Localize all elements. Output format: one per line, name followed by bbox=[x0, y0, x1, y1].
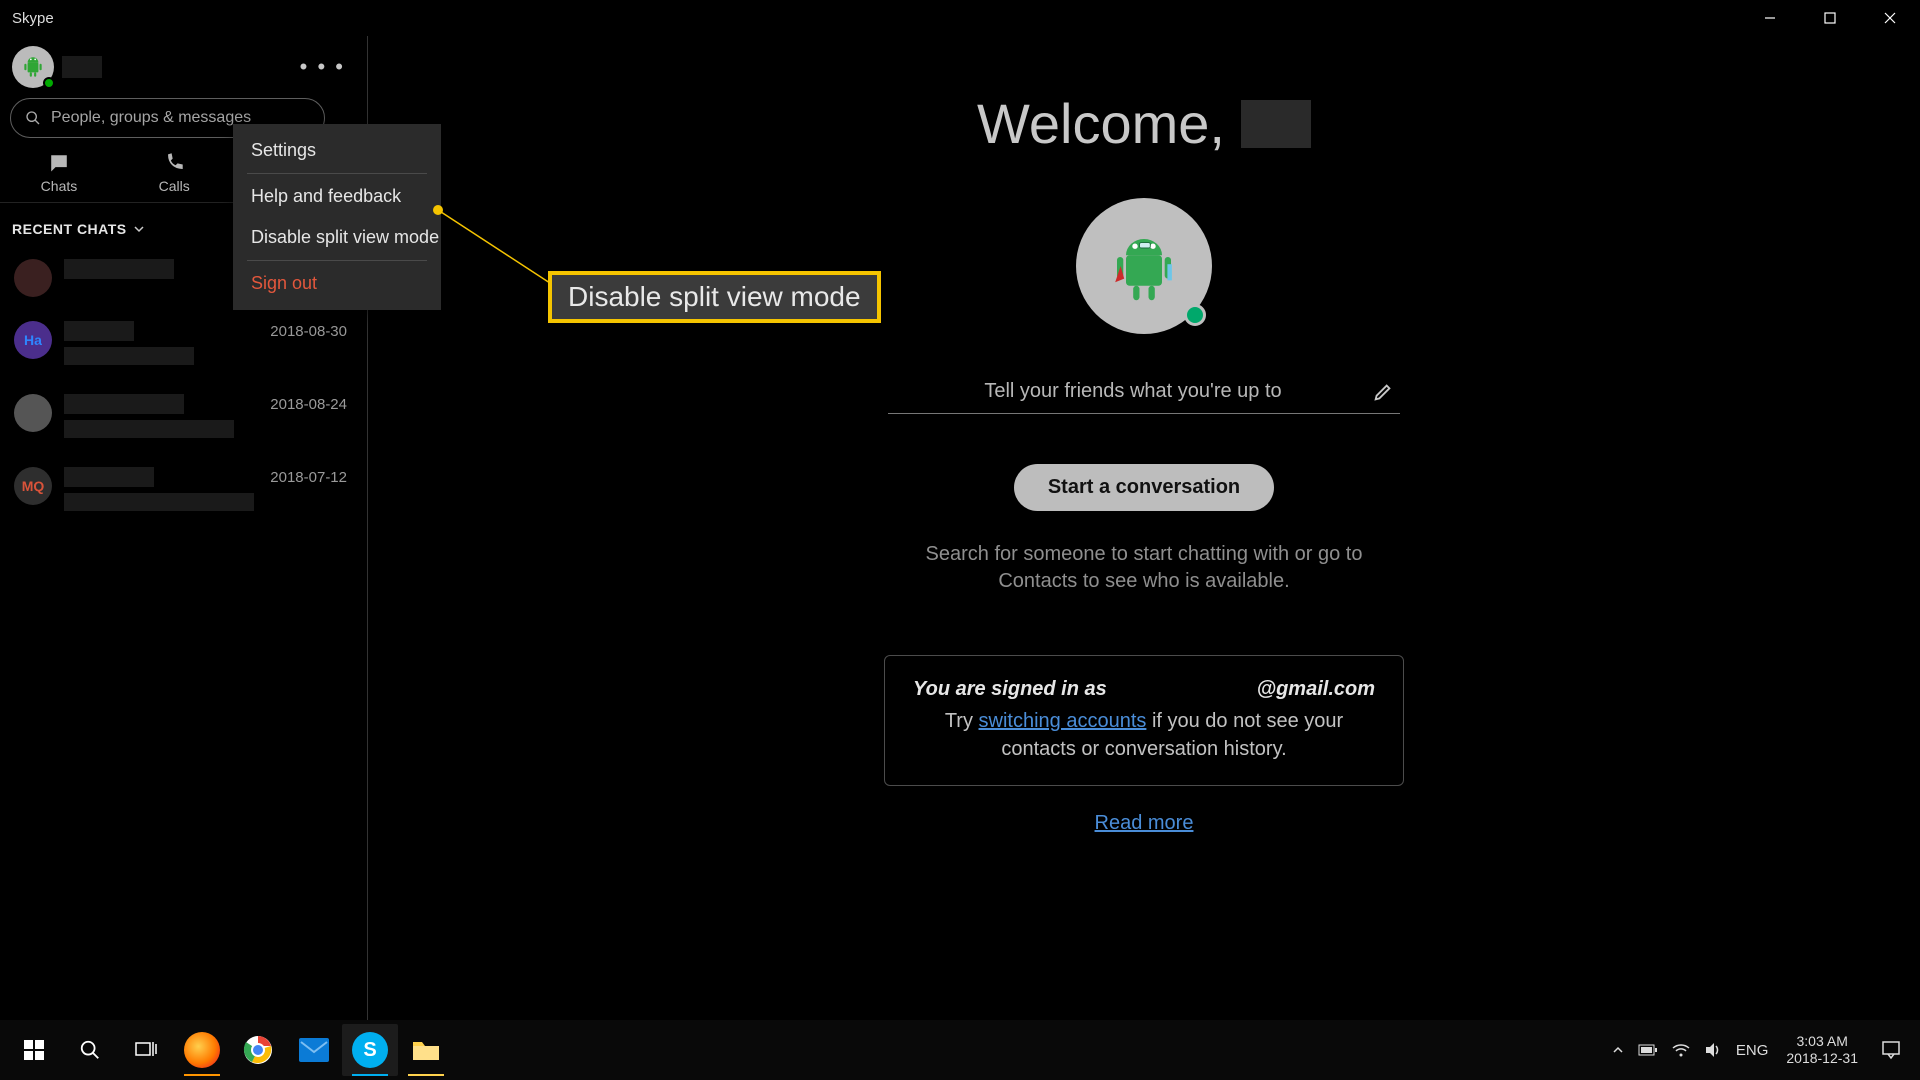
taskbar-chrome[interactable] bbox=[230, 1024, 286, 1076]
more-menu: Settings Help and feedback Disable split… bbox=[233, 124, 441, 310]
minimize-button[interactable] bbox=[1740, 0, 1800, 36]
system-tray: ENG bbox=[1604, 1042, 1777, 1059]
signed-in-box: You are signed in as @gmail.com Try swit… bbox=[884, 655, 1404, 786]
tray-language[interactable]: ENG bbox=[1736, 1042, 1769, 1059]
presence-indicator-large bbox=[1184, 304, 1206, 326]
taskbar: S ENG 3:03 AM 2018-12-31 bbox=[0, 1020, 1920, 1080]
taskbar-taskview[interactable] bbox=[118, 1024, 174, 1076]
taskbar-firefox[interactable] bbox=[174, 1024, 230, 1076]
start-button[interactable] bbox=[6, 1024, 62, 1076]
close-button[interactable] bbox=[1860, 0, 1920, 36]
tab-calls-label: Calls bbox=[159, 178, 190, 194]
battery-icon[interactable] bbox=[1638, 1043, 1658, 1057]
presence-indicator bbox=[43, 77, 55, 89]
menu-settings[interactable]: Settings bbox=[233, 130, 441, 171]
chat-date: 2018-08-24 bbox=[270, 396, 353, 413]
chat-date: 2018-08-30 bbox=[270, 323, 353, 340]
taskbar-file-explorer[interactable] bbox=[398, 1024, 454, 1076]
chat-name-redacted bbox=[64, 394, 184, 414]
taskview-icon bbox=[134, 1040, 158, 1060]
firefox-icon bbox=[184, 1032, 220, 1068]
search-icon bbox=[25, 110, 41, 126]
chat-avatar bbox=[14, 394, 52, 432]
chrome-icon bbox=[242, 1034, 274, 1066]
self-name-redacted bbox=[62, 56, 102, 78]
welcome-heading: Welcome, bbox=[977, 91, 1311, 156]
tab-calls[interactable]: Calls bbox=[159, 152, 190, 194]
android-avatar-icon bbox=[1099, 221, 1189, 311]
mood-message-input[interactable]: Tell your friends what you're up to bbox=[888, 380, 1400, 414]
taskbar-clock[interactable]: 3:03 AM 2018-12-31 bbox=[1776, 1033, 1868, 1067]
window-buttons bbox=[1740, 0, 1920, 36]
mail-icon bbox=[299, 1038, 329, 1062]
chat-avatar: Ha bbox=[14, 321, 52, 359]
taskbar-mail[interactable] bbox=[286, 1024, 342, 1076]
chat-list-item[interactable]: 2018-08-24 bbox=[0, 382, 367, 455]
tray-chevron-up-icon[interactable] bbox=[1612, 1044, 1624, 1056]
menu-disable-split-view[interactable]: Disable split view mode bbox=[233, 217, 441, 258]
welcome-name-redacted bbox=[1241, 100, 1311, 148]
skype-icon: S bbox=[352, 1032, 388, 1068]
chat-list-item[interactable]: Ha 2018-08-30 bbox=[0, 309, 367, 382]
self-avatar[interactable] bbox=[12, 46, 54, 88]
more-menu-button[interactable]: • • • bbox=[290, 50, 355, 84]
menu-sign-out[interactable]: Sign out bbox=[233, 263, 441, 304]
chat-date: 2018-07-12 bbox=[270, 469, 353, 486]
chat-avatar bbox=[14, 259, 52, 297]
callout-leader-line bbox=[433, 205, 558, 295]
welcome-hint: Search for someone to start chatting wit… bbox=[884, 541, 1404, 595]
windows-icon bbox=[24, 1040, 44, 1060]
maximize-button[interactable] bbox=[1800, 0, 1860, 36]
profile-avatar-large[interactable] bbox=[1076, 198, 1212, 334]
chat-name-redacted bbox=[64, 321, 134, 341]
chevron-down-icon bbox=[133, 223, 145, 235]
chat-avatar: MQ bbox=[14, 467, 52, 505]
search-placeholder: People, groups & messages bbox=[51, 109, 251, 127]
sidebar: • • • People, groups & messages Chats Ca… bbox=[0, 36, 368, 1020]
chat-preview-redacted bbox=[64, 420, 234, 438]
chat-name-redacted bbox=[64, 467, 154, 487]
signed-in-prefix: You are signed in as bbox=[913, 678, 1107, 701]
window-title: Skype bbox=[12, 10, 54, 27]
tab-chats[interactable]: Chats bbox=[41, 152, 78, 194]
callout-anchor-dot bbox=[433, 205, 443, 215]
tab-chats-label: Chats bbox=[41, 178, 78, 194]
welcome-pane: Welcome, bbox=[368, 36, 1920, 1020]
search-icon bbox=[79, 1039, 101, 1061]
callout-label: Disable split view mode bbox=[548, 271, 881, 323]
volume-icon[interactable] bbox=[1704, 1042, 1722, 1058]
switching-accounts-link[interactable]: switching accounts bbox=[979, 710, 1147, 732]
chat-preview-redacted bbox=[64, 347, 194, 365]
folder-icon bbox=[411, 1038, 441, 1062]
chat-preview-redacted bbox=[64, 493, 254, 511]
profile-row: • • • bbox=[0, 36, 367, 98]
notification-icon bbox=[1881, 1040, 1901, 1060]
start-conversation-button[interactable]: Start a conversation bbox=[1014, 464, 1274, 511]
signed-in-email-suffix: @gmail.com bbox=[1257, 678, 1375, 701]
edit-icon[interactable] bbox=[1372, 381, 1394, 403]
menu-help[interactable]: Help and feedback bbox=[233, 176, 441, 217]
mood-placeholder: Tell your friends what you're up to bbox=[894, 380, 1372, 403]
taskbar-search[interactable] bbox=[62, 1024, 118, 1076]
chat-icon bbox=[48, 152, 70, 174]
chat-list-item[interactable]: MQ 2018-07-12 bbox=[0, 455, 367, 528]
read-more-link[interactable]: Read more bbox=[1095, 812, 1194, 835]
action-center-button[interactable] bbox=[1868, 1024, 1914, 1076]
chat-name-redacted bbox=[64, 259, 174, 279]
taskbar-skype[interactable]: S bbox=[342, 1024, 398, 1076]
window-titlebar: Skype bbox=[0, 0, 1920, 36]
phone-icon bbox=[163, 152, 185, 174]
wifi-icon[interactable] bbox=[1672, 1043, 1690, 1057]
